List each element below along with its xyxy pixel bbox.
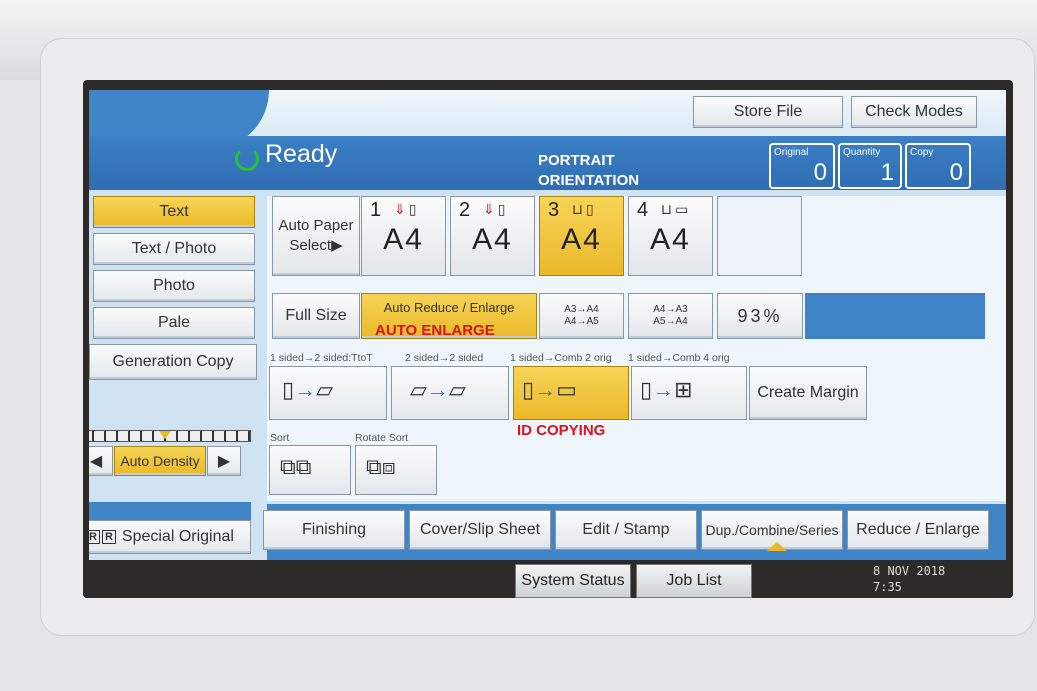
duplex-label-4: 1 sided→Comb 4 orig [628, 352, 730, 364]
date-display: 8 NOV 2018 [873, 564, 946, 578]
original-photo-button[interactable]: Photo [93, 270, 255, 302]
duplex-1-2-icon: ▯→▱ [282, 377, 334, 402]
store-file-button[interactable]: Store File [693, 96, 843, 128]
paper-tray-4-button[interactable]: 4 ⊔▭ A4 [628, 196, 713, 276]
system-status-button[interactable]: System Status [515, 564, 631, 598]
tray-paper-size: A4 [650, 223, 691, 256]
tray-paper-size: A4 [561, 223, 602, 256]
auto-paper-label-1: Auto Paper [278, 217, 354, 234]
create-margin-button[interactable]: Create Margin [749, 366, 867, 420]
active-tab-indicator-icon [767, 542, 787, 551]
tab-reduce-enlarge[interactable]: Reduce / Enlarge [847, 510, 989, 550]
sort-button[interactable]: ⧉⧉ [269, 445, 351, 495]
ratio-label-1: A3→A4 [564, 304, 599, 315]
tray-number: 1 [370, 199, 382, 221]
special-original-icon: R [89, 530, 100, 544]
time-display: 7:35 [873, 580, 902, 594]
overlay-portrait: PORTRAIT [538, 152, 615, 169]
ratio-label-2: A4→A5 [564, 316, 599, 327]
special-original-button[interactable]: RR Special Original [89, 520, 251, 554]
sort-label: Sort [270, 432, 290, 444]
combine-4-icon: ▯→⊞ [640, 377, 693, 402]
original-label: Original [774, 147, 809, 158]
duplex-label-3: 1 sided→Comb 2 orig [510, 352, 612, 364]
auto-paper-label-2: Select▶ [289, 237, 343, 254]
combine-2-orig-button[interactable]: ▯→▭ [513, 366, 629, 420]
tray-icon: ⊔▭ [661, 201, 692, 217]
duplex-1-to-2-button[interactable]: ▯→▱ [269, 366, 387, 420]
tab-edit-stamp[interactable]: Edit / Stamp [555, 510, 697, 550]
tray-feed-icon: ⇓▯ [394, 201, 420, 217]
rotate-sort-label: Rotate Sort [355, 432, 409, 444]
full-size-button[interactable]: Full Size [272, 293, 360, 339]
rotate-sort-icon: ⧉⧈ [366, 454, 396, 479]
rotate-sort-button[interactable]: ⧉⧈ [355, 445, 437, 495]
tray-number: 3 [548, 199, 560, 221]
tray-number: 2 [459, 199, 471, 221]
original-pale-button[interactable]: Pale [93, 307, 255, 339]
check-modes-button[interactable]: Check Modes [851, 96, 977, 128]
overlay-orientation: ORIENTATION [538, 172, 640, 189]
ratio-93-button[interactable]: 93% [717, 293, 803, 339]
tray-paper-size: A4 [472, 223, 513, 256]
density-marker-icon [159, 431, 171, 439]
copy-label: Copy [910, 147, 934, 158]
duplex-label-1: 1 sided→2 sided:TtoT [270, 352, 373, 364]
sort-icon: ⧉⧉ [280, 454, 312, 479]
tray-number: 4 [637, 199, 649, 221]
ratio-label-2: A5→A4 [653, 316, 688, 327]
quantity-value: 1 [880, 159, 894, 186]
duplex-label-2: 2 sided→2 sided [405, 352, 484, 364]
special-original-icon-mirrored: R [101, 530, 116, 544]
combine-4-orig-button[interactable]: ▯→⊞ [631, 366, 747, 420]
paper-tray-3-button[interactable]: 3 ⊔▯ A4 [539, 196, 624, 276]
tray-feed-icon: ⇓▯ [483, 201, 509, 217]
original-value: 0 [813, 159, 827, 186]
quantity-counter: Quantity 1 [838, 143, 902, 189]
copier-panel: Store File Check Modes Ready Original 0 … [89, 90, 1006, 560]
paper-tray-1-button[interactable]: 1 ⇓▯ A4 [361, 196, 446, 276]
tray-icon: ⊔▯ [572, 201, 597, 217]
original-generation-copy-button[interactable]: Generation Copy [89, 344, 257, 380]
copy-counter: Copy 0 [905, 143, 971, 189]
density-lighter-button[interactable]: ◀ [89, 446, 113, 476]
original-counter: Original 0 [769, 143, 835, 189]
density-darker-button[interactable]: ▶ [207, 446, 241, 476]
copy-value: 0 [949, 159, 963, 186]
job-list-button[interactable]: Job List [636, 564, 752, 598]
tab-cover-slip-sheet[interactable]: Cover/Slip Sheet [409, 510, 551, 550]
paper-tray-2-button[interactable]: 2 ⇓▯ A4 [450, 196, 535, 276]
ready-icon [235, 147, 259, 171]
original-text-photo-button[interactable]: Text / Photo [93, 233, 255, 265]
combine-2-icon: ▯→▭ [522, 377, 577, 402]
tray-paper-size: A4 [383, 223, 424, 256]
overlay-auto-enlarge: AUTO ENLARGE [375, 322, 495, 339]
auto-paper-select-button[interactable]: Auto Paper Select▶ [272, 196, 360, 276]
duplex-2-2-icon: ▱→▱ [410, 377, 466, 402]
quantity-label: Quantity [843, 147, 881, 158]
reduce-row-blue-bar [805, 293, 985, 339]
touch-screen: Store File Check Modes Ready Original 0 … [83, 80, 1013, 598]
auto-density-button[interactable]: Auto Density [114, 446, 206, 476]
status-text: Ready [265, 140, 338, 168]
reduce-a3-a4-button[interactable]: A3→A4 A4→A5 [539, 293, 624, 339]
special-original-label: Special Original [121, 528, 234, 545]
duplex-2-to-2-button[interactable]: ▱→▱ [391, 366, 509, 420]
original-text-button[interactable]: Text [93, 196, 255, 228]
paper-tray-empty [717, 196, 802, 276]
tab-finishing[interactable]: Finishing [263, 510, 405, 550]
overlay-id-copying: ID COPYING [517, 422, 606, 439]
ratio-label-1: A4→A3 [653, 304, 688, 315]
enlarge-a4-a3-button[interactable]: A4→A3 A5→A4 [628, 293, 713, 339]
